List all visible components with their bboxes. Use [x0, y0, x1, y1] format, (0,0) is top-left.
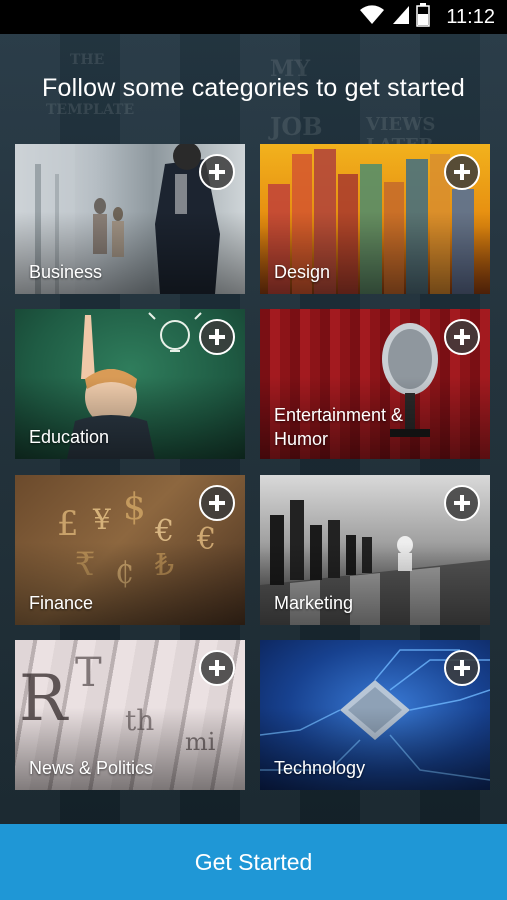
category-label: Technology: [274, 758, 366, 778]
add-icon[interactable]: [199, 319, 235, 355]
add-icon[interactable]: [444, 154, 480, 190]
category-tile-education[interactable]: Education: [15, 309, 245, 459]
add-icon[interactable]: [444, 485, 480, 521]
category-tile-technology[interactable]: Technology: [260, 640, 490, 790]
background-word: JOB: [270, 112, 323, 141]
get-started-label: Get Started: [194, 848, 313, 875]
category-label: News & Politics: [29, 758, 154, 778]
category-label: Business: [29, 262, 103, 282]
category-tile-design[interactable]: Design: [260, 144, 490, 294]
category-tile-marketing[interactable]: Marketing: [260, 475, 490, 625]
add-icon[interactable]: [199, 485, 235, 521]
background-word: THE: [70, 52, 105, 68]
category-label: Finance: [29, 593, 94, 613]
get-started-button[interactable]: Get Started: [0, 824, 507, 900]
category-label: Entertainment & Humor: [274, 405, 404, 449]
category-tile-entertainment-humor[interactable]: Entertainment & Humor: [260, 309, 490, 459]
page-title: Follow some categories to get started: [42, 74, 465, 102]
category-label: Design: [274, 262, 331, 282]
status-bar: 11:12: [0, 0, 507, 34]
background-word: TEMPLATE: [46, 102, 135, 118]
category-tile-finance[interactable]: £ ¥ $ € ₹ ₵ ₺ € Finance: [15, 475, 245, 625]
category-tile-news-politics[interactable]: R T th mi News & Politics: [15, 640, 245, 790]
signal-icon: [392, 4, 410, 31]
category-label: Marketing: [274, 593, 354, 613]
category-tile-business[interactable]: Business: [15, 144, 245, 294]
status-time: 11:12: [446, 5, 495, 28]
add-icon[interactable]: [444, 319, 480, 355]
add-icon[interactable]: [199, 154, 235, 190]
add-icon[interactable]: [199, 650, 235, 686]
add-icon[interactable]: [444, 650, 480, 686]
category-label: Education: [29, 427, 110, 447]
wifi-icon: [358, 4, 386, 31]
battery-icon: [416, 2, 431, 32]
